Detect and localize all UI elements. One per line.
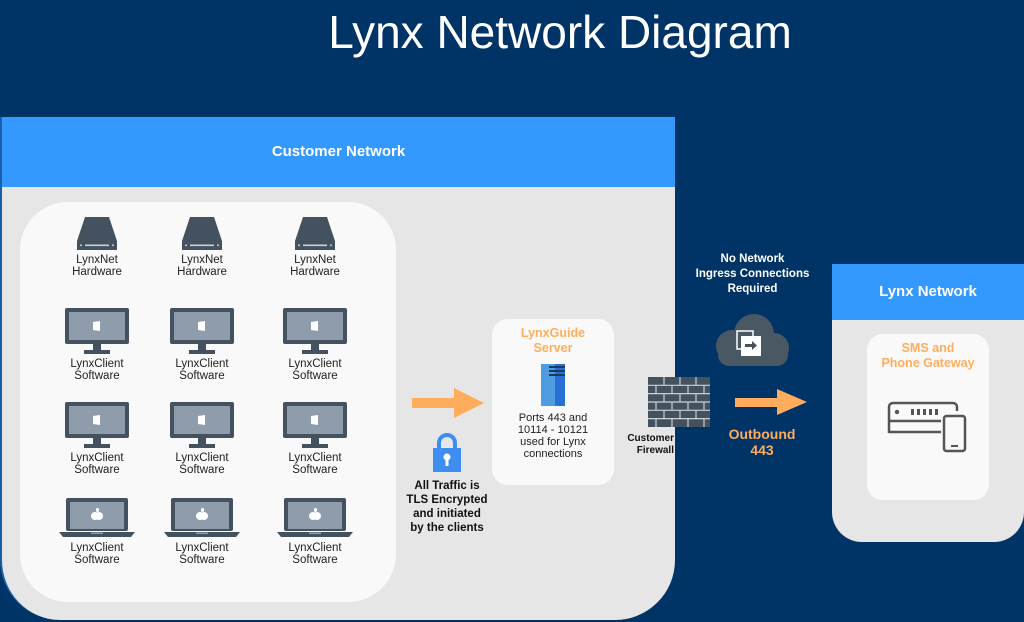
gateway-device-icon: [887, 401, 967, 453]
outbound-label: Outbound 443: [720, 426, 804, 458]
ingress-note-line: No Network: [720, 253, 785, 265]
ports-line: connections: [523, 448, 583, 460]
device-item: LynxClient Software: [157, 401, 247, 476]
device-label-line1: LynxNet: [181, 254, 223, 266]
device-label-line2: Software: [74, 554, 120, 566]
lynxguide-server-card: LynxGuide Server Ports 443 and 10114 - 1…: [492, 319, 614, 485]
device-item: LynxNet Hardware: [270, 217, 360, 278]
page-title: Lynx Network Diagram: [328, 6, 792, 58]
device-label-line1: LynxClient: [288, 542, 342, 554]
customer-network-panel: Customer Network LynxNet Hardware LynxNet H…: [0, 117, 675, 620]
mac-laptop-icon: [157, 497, 247, 539]
customer-network-header: Customer Network: [2, 117, 675, 187]
device-label-line2: Hardware: [72, 266, 122, 278]
lynx-network-panel: Lynx Network SMS and Phone Gateway: [832, 264, 1024, 542]
firewall-label-line: Firewall: [636, 445, 674, 456]
sms-phone-gateway-card: SMS and Phone Gateway: [867, 334, 989, 500]
guide-title-line: LynxGuide: [520, 326, 586, 340]
tls-note: All Traffic is TLS Encrypted and initiat…: [397, 479, 497, 535]
server-tower-icon: [541, 364, 565, 406]
cloud-icon: [716, 314, 789, 366]
device-label-line1: LynxClient: [70, 542, 124, 554]
device-label-line2: Software: [292, 370, 338, 382]
windows-monitor-icon: [157, 307, 247, 355]
device-item: LynxClient Software: [270, 307, 360, 382]
outbound-port: 443: [750, 442, 774, 458]
device-label-line2: Hardware: [177, 266, 227, 278]
windows-monitor-icon: [52, 401, 142, 449]
firewall-label: Customer Firewall: [614, 433, 674, 457]
mac-laptop-icon: [52, 497, 142, 539]
windows-monitor-icon: [157, 401, 247, 449]
device-label-line1: LynxClient: [288, 358, 342, 370]
device-item: LynxClient Software: [157, 497, 247, 566]
device-item: LynxClient Software: [52, 307, 142, 382]
device-label-line1: LynxClient: [288, 452, 342, 464]
lynx-network-header: Lynx Network: [832, 264, 1024, 320]
device-label-line2: Software: [74, 370, 120, 382]
device-item: LynxClient Software: [157, 307, 247, 382]
windows-monitor-icon: [270, 307, 360, 355]
server-drive-icon: [52, 217, 142, 251]
device-item: LynxNet Hardware: [157, 217, 247, 278]
tls-note-line: TLS Encrypted: [406, 494, 488, 506]
ingress-note: No Network Ingress Connections Required: [680, 252, 825, 297]
mac-laptop-icon: [270, 497, 360, 539]
tls-note-line: and initiated: [413, 508, 481, 520]
server-drive-icon: [270, 217, 360, 251]
outbound-arrow-icon: [735, 389, 807, 415]
guide-title-line: Server: [533, 341, 573, 355]
device-label-line2: Software: [179, 554, 225, 566]
device-label-line1: LynxClient: [175, 358, 229, 370]
tls-note-line: All Traffic is: [414, 480, 480, 492]
device-label-line2: Software: [179, 370, 225, 382]
ingress-note-line: Ingress Connections: [695, 268, 810, 280]
ports-line: Ports 443 and: [518, 412, 588, 424]
device-label-line2: Software: [292, 554, 338, 566]
outbound-label-line: Outbound: [728, 426, 796, 442]
ports-line: used for Lynx: [520, 436, 586, 448]
device-item: LynxNet Hardware: [52, 217, 142, 278]
server-drive-icon: [157, 217, 247, 251]
device-item: LynxClient Software: [270, 401, 360, 476]
device-label-line2: Software: [179, 464, 225, 476]
arrow-right-icon: [412, 388, 484, 418]
device-label-line2: Hardware: [290, 266, 340, 278]
gateway-title-line: SMS and: [901, 341, 955, 355]
device-label-line2: Software: [74, 464, 120, 476]
device-label-line1: LynxClient: [70, 358, 124, 370]
device-item: LynxClient Software: [52, 401, 142, 476]
device-item: LynxClient Software: [52, 497, 142, 566]
device-label-line1: LynxClient: [175, 542, 229, 554]
device-label-line1: LynxNet: [76, 254, 118, 266]
device-label-line1: LynxClient: [175, 452, 229, 464]
ingress-note-line: Required: [727, 283, 778, 295]
tls-note-line: by the clients: [410, 522, 484, 534]
lock-icon: [433, 433, 461, 472]
device-item: LynxClient Software: [270, 497, 360, 566]
windows-monitor-icon: [52, 307, 142, 355]
windows-monitor-icon: [270, 401, 360, 449]
device-label-line1: LynxNet: [294, 254, 336, 266]
gateway-title-line: Phone Gateway: [881, 356, 975, 370]
ports-line: 10114 - 10121: [517, 424, 589, 436]
device-label-line2: Software: [292, 464, 338, 476]
firewall-icon: [648, 377, 710, 427]
device-label-line1: LynxClient: [70, 452, 124, 464]
firewall-label-line: Customer: [627, 433, 674, 444]
